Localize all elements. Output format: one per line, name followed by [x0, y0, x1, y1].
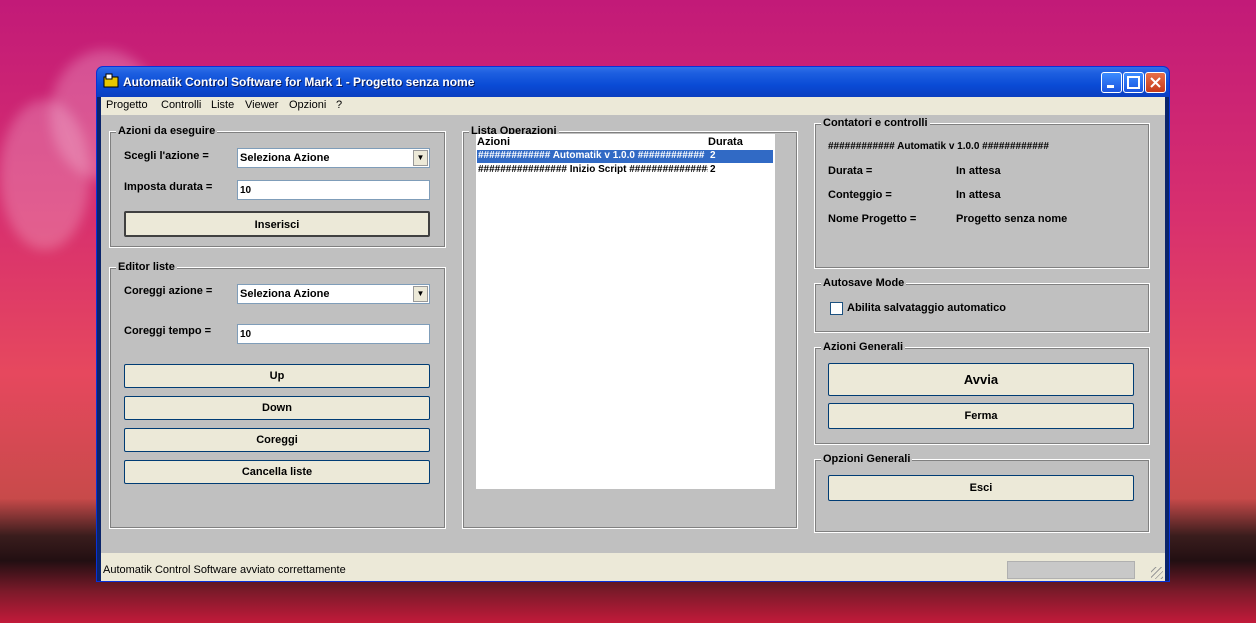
select-value: Seleziona Azione [240, 288, 330, 300]
close-button[interactable] [1145, 72, 1166, 93]
group-title: Editor liste [116, 261, 177, 273]
chevron-down-icon[interactable]: ▼ [413, 286, 428, 302]
esci-button[interactable]: Esci [828, 475, 1134, 501]
menu-viewer[interactable]: Viewer [245, 99, 278, 111]
group-title: Opzioni Generali [821, 453, 913, 465]
minimize-icon [1107, 85, 1114, 88]
inserisci-button[interactable]: Inserisci [124, 211, 430, 237]
column-header-azioni[interactable]: Azioni [477, 136, 510, 148]
menu-progetto[interactable]: Progetto [106, 99, 148, 111]
scegli-azione-label: Scegli l'azione = [124, 150, 209, 162]
ferma-button[interactable]: Ferma [828, 403, 1134, 429]
menu-bar: Progetto Controlli Liste Viewer Opzioni … [101, 97, 1165, 115]
close-icon [1150, 77, 1161, 88]
down-button[interactable]: Down [124, 396, 430, 420]
coreggi-button[interactable]: Coreggi [124, 428, 430, 452]
coreggi-tempo-input[interactable]: 10 [237, 324, 430, 344]
maximize-button[interactable] [1123, 72, 1144, 93]
status-bar: Automatik Control Software avviato corre… [101, 553, 1165, 581]
list-item-azione: ################ Inizio Script #########… [478, 164, 708, 175]
autosave-checkbox-label[interactable]: Abilita salvataggio automatico [847, 302, 1006, 314]
list-item-durata: 2 [710, 164, 716, 175]
imposta-durata-input[interactable]: 10 [237, 180, 430, 200]
durata-value: In attesa [956, 165, 1001, 177]
main-window: Automatik Control Software for Mark 1 - … [96, 66, 1170, 582]
background-cloud [0, 100, 90, 250]
autosave-checkbox[interactable] [830, 302, 843, 315]
avvia-button[interactable]: Avvia [828, 363, 1134, 396]
minimize-button[interactable] [1101, 72, 1122, 93]
title-bar[interactable]: Automatik Control Software for Mark 1 - … [97, 67, 1169, 97]
cancella-liste-button[interactable]: Cancella liste [124, 460, 430, 484]
group-title: Autosave Mode [821, 277, 907, 289]
column-header-durata[interactable]: Durata [708, 136, 743, 148]
nome-progetto-label: Nome Progetto = [828, 213, 917, 225]
menu-controlli[interactable]: Controlli [161, 99, 201, 111]
list-item-azione: ############# Automatik v 1.0.0 ########… [478, 150, 705, 161]
group-title: Azioni da eseguire [116, 125, 218, 137]
menu-liste[interactable]: Liste [211, 99, 234, 111]
contatori-header: ############ Automatik v 1.0.0 #########… [828, 141, 1049, 152]
conteggio-value: In attesa [956, 189, 1001, 201]
conteggio-label: Conteggio = [828, 189, 892, 201]
status-progress-bar [1007, 561, 1135, 579]
menu-opzioni[interactable]: Opzioni [289, 99, 326, 111]
select-value: Seleziona Azione [240, 152, 330, 164]
durata-label: Durata = [828, 165, 873, 177]
scegli-azione-select[interactable]: Seleziona Azione ▼ [237, 148, 430, 168]
list-item-durata: 2 [710, 150, 716, 161]
nome-progetto-value: Progetto senza nome [956, 213, 1068, 225]
menu-help[interactable]: ? [336, 99, 342, 111]
coreggi-azione-label: Coreggi azione = [124, 285, 213, 297]
imposta-durata-label: Imposta durata = [124, 181, 213, 193]
up-button[interactable]: Up [124, 364, 430, 388]
window-title: Automatik Control Software for Mark 1 - … [123, 75, 475, 89]
app-icon [103, 73, 119, 88]
status-text: Automatik Control Software avviato corre… [103, 564, 346, 576]
coreggi-tempo-label: Coreggi tempo = [124, 325, 212, 337]
coreggi-azione-select[interactable]: Seleziona Azione ▼ [237, 284, 430, 304]
maximize-icon [1127, 76, 1140, 89]
list-item[interactable]: ############# Automatik v 1.0.0 ########… [477, 150, 773, 163]
list-item[interactable]: ################ Inizio Script #########… [477, 164, 773, 177]
group-title: Azioni Generali [821, 341, 906, 353]
resize-grip-icon[interactable] [1151, 567, 1163, 579]
operations-list[interactable]: Azioni Durata ############# Automatik v … [476, 134, 775, 489]
group-azioni-generali: Azioni Generali [814, 341, 1150, 445]
group-title: Contatori e controlli [821, 117, 930, 129]
chevron-down-icon[interactable]: ▼ [413, 150, 428, 166]
